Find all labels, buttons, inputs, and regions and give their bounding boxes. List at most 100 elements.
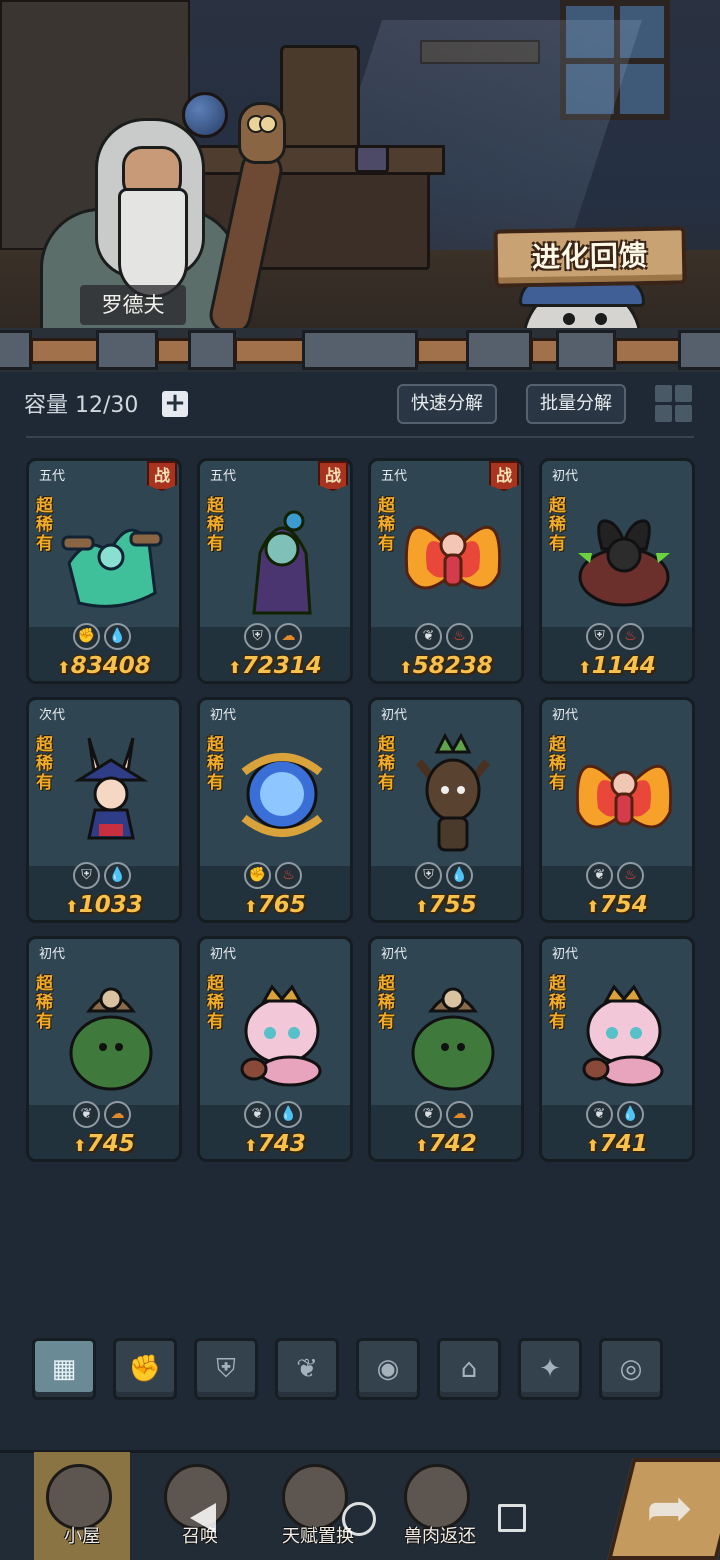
add-capacity-button[interactable]: +: [162, 390, 188, 417]
fire-icon: ♨: [617, 862, 644, 889]
rarity-label: 超稀有: [549, 496, 566, 554]
pink-caterpillar-creature: [230, 971, 334, 1099]
attribute-icons: ⛨ 💧: [73, 862, 131, 890]
power-value: ⬆755: [371, 892, 521, 918]
pet-card[interactable]: 初代 超稀有 ❦ ♨ ⬆754: [539, 697, 695, 923]
earth-icon: ☁: [104, 1101, 131, 1128]
power-value: ⬆72314: [200, 653, 350, 679]
power-number: 755: [428, 892, 477, 918]
filter-fist-icon[interactable]: ✊: [113, 1338, 177, 1400]
pet-card[interactable]: 初代 超稀有 ⛨ 💧 ⬆755: [368, 697, 524, 923]
power-number: 58238: [412, 653, 493, 679]
rarity-label: 超稀有: [36, 496, 53, 554]
game-screen: 罗德夫 进化回馈 容量 12/30 + 快速分解 批量分解 五代战超稀有 ✊ 💧 ⬆8…: [0, 0, 720, 1560]
system-home-icon[interactable]: [342, 1502, 376, 1536]
water-icon: 💧: [617, 1101, 644, 1128]
pet-card[interactable]: 初代 超稀有 ❦ 💧 ⬆743: [197, 936, 353, 1162]
leaf-icon: ❦: [586, 1101, 613, 1128]
generation-label: 初代: [210, 947, 237, 962]
rarity-label: 超稀有: [36, 974, 53, 1032]
horned-beast-creature: [572, 493, 676, 621]
filter-shield-icon[interactable]: ⛨: [194, 1338, 258, 1400]
attribute-icons: ✊ ♨: [244, 862, 302, 890]
power-value: ⬆1144: [542, 653, 692, 679]
quick-decompose-button[interactable]: 快速分解: [397, 384, 497, 424]
generation-label: 初代: [210, 708, 237, 723]
attribute-icons: ❦ ♨: [415, 623, 473, 651]
shield-icon: ⛨: [415, 862, 442, 889]
chair: [280, 45, 360, 155]
power-icon: ⬆: [586, 897, 600, 916]
capacity-label: 容量 12/30: [24, 393, 139, 418]
power-icon: ⬆: [399, 658, 413, 677]
generation-label: 次代: [39, 708, 66, 723]
hut-icon: [46, 1464, 112, 1530]
pet-card[interactable]: 初代 超稀有 ⛨ ♨ ⬆1144: [539, 458, 695, 684]
filter-star-icon[interactable]: ✦: [518, 1338, 582, 1400]
shield-icon: ⛨: [244, 623, 271, 650]
pet-card[interactable]: 初代 超稀有 ❦ 💧 ⬆741: [539, 936, 695, 1162]
nav-item[interactable]: 小屋: [22, 1458, 142, 1558]
fire-icon: ♨: [275, 862, 302, 889]
blue-flame-spirit-creature: [230, 732, 334, 860]
filter-all-icon[interactable]: ▦: [32, 1338, 96, 1400]
power-icon: ⬆: [586, 1136, 600, 1155]
battle-badge: 战: [489, 461, 519, 491]
batch-decompose-button[interactable]: 批量分解: [526, 384, 626, 424]
shield-icon: ⛨: [586, 623, 613, 650]
power-number: 745: [86, 1131, 135, 1157]
power-value: ⬆742: [371, 1131, 521, 1157]
system-back-icon[interactable]: [190, 1503, 216, 1533]
generation-label: 五代: [381, 469, 408, 484]
power-value: ⬆754: [542, 892, 692, 918]
grid-view-icon[interactable]: [655, 385, 692, 422]
filter-tower-icon[interactable]: ⌂: [437, 1338, 501, 1400]
leaf-icon: ❦: [244, 1101, 271, 1128]
filter-alien-icon[interactable]: ◉: [356, 1338, 420, 1400]
water-icon: 💧: [446, 862, 473, 889]
fist-icon: ✊: [73, 623, 100, 650]
divider: [26, 436, 694, 438]
owl-icon: [238, 102, 286, 164]
pet-card[interactable]: 次代 超稀有 ⛨ 💧 ⬆1033: [26, 697, 182, 923]
power-number: 742: [428, 1131, 477, 1157]
meat-icon: [404, 1464, 470, 1530]
leaf-icon: ❦: [73, 1101, 100, 1128]
npc-name-label: 罗德夫: [80, 285, 186, 325]
rarity-label: 超稀有: [549, 974, 566, 1032]
power-value: ⬆765: [200, 892, 350, 918]
attribute-icons: ❦ 💧: [586, 1101, 644, 1129]
power-icon: ⬆: [578, 658, 592, 677]
pet-card[interactable]: 初代 超稀有 ❦ ☁ ⬆742: [368, 936, 524, 1162]
attribute-icons: ❦ ♨: [586, 862, 644, 890]
power-value: ⬆83408: [29, 653, 179, 679]
power-number: 1144: [591, 653, 656, 679]
power-icon: ⬆: [228, 658, 242, 677]
nav-item[interactable]: 兽肉返还: [380, 1458, 500, 1558]
generation-label: 五代: [39, 469, 66, 484]
attribute-icons: ❦ ☁: [73, 1101, 131, 1129]
generation-label: 初代: [381, 708, 408, 723]
power-value: ⬆741: [542, 1131, 692, 1157]
filter-leaf-icon[interactable]: ❦: [275, 1338, 339, 1400]
pet-card[interactable]: 五代战超稀有 ⛨ ☁ ⬆72314: [197, 458, 353, 684]
filter-eye-icon[interactable]: ◎: [599, 1338, 663, 1400]
attribute-icons: ⛨ ☁: [244, 623, 302, 651]
pet-card[interactable]: 五代战超稀有 ❦ ♨ ⬆58238: [368, 458, 524, 684]
bunny-witch-creature: [59, 732, 163, 860]
power-number: 765: [257, 892, 306, 918]
system-recents-icon[interactable]: [498, 1504, 526, 1532]
generation-label: 初代: [552, 947, 579, 962]
pet-card[interactable]: 初代 超稀有 ✊ ♨ ⬆765: [197, 697, 353, 923]
generation-label: 初代: [552, 708, 579, 723]
pet-card[interactable]: 五代战超稀有 ✊ 💧 ⬆83408: [26, 458, 182, 684]
power-icon: ⬆: [65, 897, 79, 916]
moss-golem-creature: [59, 971, 163, 1099]
fence-divider: [0, 328, 720, 372]
attribute-icons: ✊ 💧: [73, 623, 131, 651]
fire-icon: ♨: [617, 623, 644, 650]
fire-butterfly-fairy-creature: [572, 732, 676, 860]
evolution-feedback-button[interactable]: 进化回馈: [493, 226, 687, 288]
power-number: 83408: [70, 653, 151, 679]
pet-card[interactable]: 初代 超稀有 ❦ ☁ ⬆745: [26, 936, 182, 1162]
